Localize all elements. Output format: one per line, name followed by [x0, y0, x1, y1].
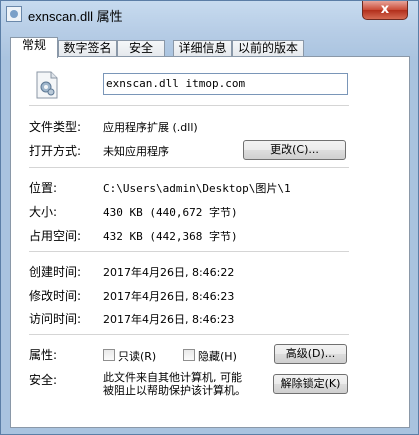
size-value: 430 KB (440,672 字节)	[103, 206, 238, 219]
tab-details[interactable]: 详细信息	[173, 40, 232, 57]
file-name-input[interactable]: exnscan.dll itmop.com	[103, 73, 348, 95]
divider	[29, 105, 349, 106]
size-label: 大小:	[29, 205, 58, 219]
unblock-button[interactable]: 解除锁定(K)	[273, 374, 348, 394]
size-on-disk-value: 432 KB (442,368 字节)	[103, 230, 238, 243]
change-button[interactable]: 更改(C)...	[243, 140, 346, 160]
file-type-value: 应用程序扩展 (.dll)	[103, 121, 198, 134]
window-title: exnscan.dll 属性	[28, 9, 123, 24]
security-label: 安全:	[29, 373, 58, 387]
hidden-label[interactable]: 隐藏(H)	[198, 348, 237, 364]
tab-general[interactable]: 常规	[10, 37, 58, 58]
tab-digital-signatures[interactable]: 数字签名	[58, 40, 117, 57]
attributes-label: 属性:	[29, 348, 58, 362]
size-on-disk-label: 占用空间:	[29, 229, 82, 243]
title-bar[interactable]: exnscan.dll 属性 x	[1, 1, 418, 27]
tab-previous-versions[interactable]: 以前的版本	[232, 40, 304, 57]
tab-security[interactable]: 安全	[117, 40, 165, 57]
accessed-value: 2017年4月26日, 8:46:23	[103, 313, 235, 326]
properties-window: exnscan.dll 属性 x 常规 数字签名 安全 详细信息 以前的版本 e…	[0, 0, 419, 435]
general-panel: exnscan.dll itmop.com 文件类型: 应用程序扩展 (.dll…	[10, 56, 410, 428]
divider	[29, 251, 349, 252]
divider	[29, 167, 349, 168]
divider	[29, 334, 349, 335]
readonly-checkbox[interactable]	[103, 349, 115, 361]
location-value: C:\Users\admin\Desktop\图片\1	[103, 182, 291, 195]
advanced-button[interactable]: 高级(D)...	[274, 344, 347, 364]
open-with-value: 未知应用程序	[103, 145, 169, 158]
created-value: 2017年4月26日, 8:46:22	[103, 266, 235, 279]
created-label: 创建时间:	[29, 265, 82, 279]
modified-label: 修改时间:	[29, 289, 82, 303]
hidden-checkbox[interactable]	[183, 349, 195, 361]
security-warning-line2: 被阻止以帮助保护该计算机。	[103, 384, 246, 397]
file-type-label: 文件类型:	[29, 120, 82, 134]
accessed-label: 访问时间:	[29, 312, 82, 326]
readonly-label[interactable]: 只读(R)	[118, 348, 156, 364]
dll-gear-file-icon	[36, 71, 58, 99]
location-label: 位置:	[29, 181, 58, 195]
security-warning-line1: 此文件来自其他计算机, 可能	[103, 371, 242, 384]
modified-value: 2017年4月26日, 8:46:23	[103, 290, 235, 303]
open-with-label: 打开方式:	[29, 144, 82, 158]
close-button[interactable]: x	[362, 1, 408, 20]
dll-file-icon	[6, 6, 22, 22]
